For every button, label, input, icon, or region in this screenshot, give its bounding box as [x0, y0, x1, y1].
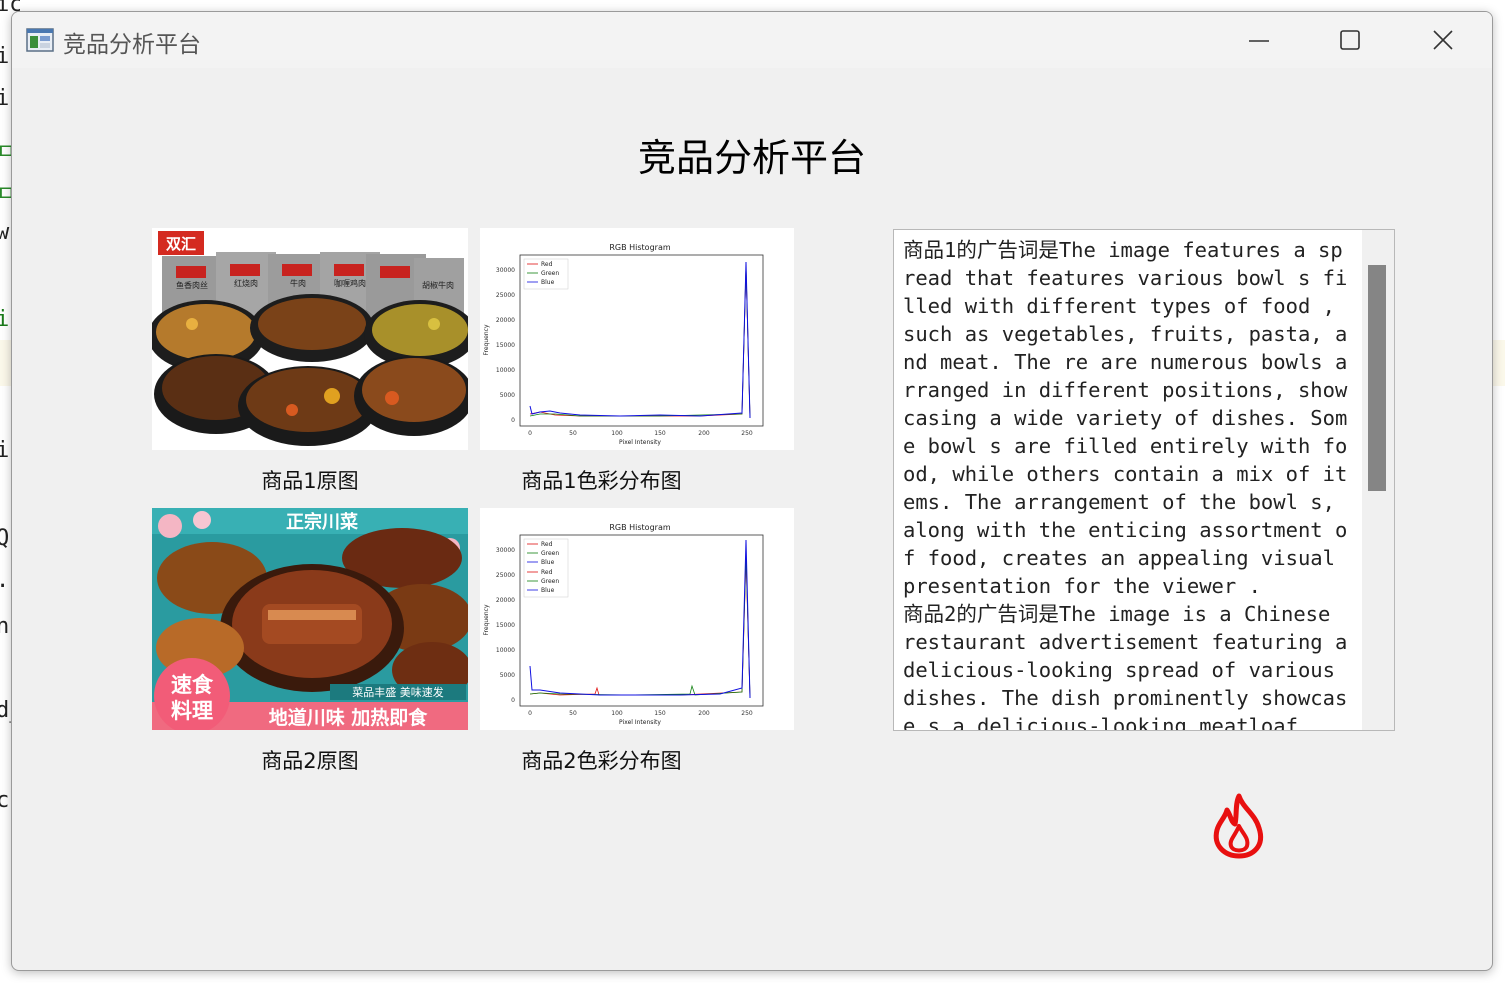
product2-banner-top: 正宗川菜 [286, 511, 358, 533]
x-tick: 150 [654, 710, 666, 717]
y-tick: 5000 [500, 672, 515, 679]
legend-item: Blue [541, 559, 555, 566]
y-tick: 25000 [496, 572, 515, 579]
product2-histogram-caption: 商品2色彩分布图 [521, 749, 682, 773]
close-icon [1433, 30, 1453, 50]
legend-item: Green [541, 550, 559, 557]
legend-item: Blue [541, 587, 555, 594]
y-tick: 20000 [496, 317, 515, 324]
x-tick: 0 [528, 710, 532, 717]
y-axis-label: Frequency [483, 324, 490, 355]
bg-code-line: n [0, 614, 10, 639]
ad-text-content[interactable]: 商品1的广告词是The image features a spread that… [903, 236, 1353, 730]
ad-text-box[interactable]: 商品1的广告词是The image features a spread that… [893, 229, 1395, 731]
y-tick: 0 [511, 697, 515, 704]
product2-photo: 正宗川菜 地道川味 加热即食 菜品丰盛 美味速发 速食 料理 [152, 508, 468, 730]
product2-banner-bottom: 地道川味 加热即食 [269, 706, 429, 729]
pack-label: 胡椒牛肉 [422, 280, 454, 290]
legend-item: Green [541, 270, 559, 277]
product2-badge-line1: 速食 [171, 673, 214, 697]
bg-code-line: i [0, 438, 10, 463]
product2-tagline: 菜品丰盛 美味速发 [352, 685, 444, 699]
bg-code-line: i [0, 44, 10, 69]
legend-item: Red [541, 569, 553, 576]
legend-item: Green [541, 578, 559, 585]
x-tick: 250 [741, 710, 753, 717]
maximize-button[interactable] [1327, 22, 1373, 58]
y-tick: 30000 [496, 547, 515, 554]
product1-image: 双汇 鱼香肉丝 红烧肉 牛肉 咖喱鸡肉 胡椒牛肉 [152, 228, 468, 450]
product2-badge-line2: 料理 [171, 699, 213, 723]
product2-image: 正宗川菜 地道川味 加热即食 菜品丰盛 美味速发 速食 料理 [152, 508, 468, 730]
x-tick: 200 [698, 430, 710, 437]
minimize-icon [1249, 40, 1269, 42]
pack-label: 红烧肉 [234, 278, 258, 288]
x-tick: 50 [569, 430, 577, 437]
y-tick: 10000 [496, 647, 515, 654]
x-tick: 0 [528, 430, 532, 437]
page-title: 竞品分析平台 [637, 136, 866, 180]
histogram-title: RGB Histogram [609, 243, 670, 252]
product2-histogram: RGB Histogram 0 5000 10000 15000 20000 2… [480, 508, 794, 730]
bg-code-line: Q [0, 526, 10, 551]
product2-histogram-chart: RGB Histogram 0 5000 10000 15000 20000 2… [480, 508, 794, 730]
y-tick: 15000 [496, 622, 515, 629]
x-tick: 150 [654, 430, 666, 437]
x-tick: 50 [569, 710, 577, 717]
y-tick: 20000 [496, 597, 515, 604]
maximize-icon [1340, 30, 1360, 50]
bg-code-line: i [0, 307, 10, 332]
fire-icon[interactable] [1209, 792, 1269, 860]
title-bar[interactable]: 竞品分析平台 [12, 12, 1492, 68]
product2-image-caption: 商品2原图 [261, 749, 359, 773]
y-tick: 0 [511, 417, 515, 424]
product1-brand-badge: 双汇 [166, 235, 196, 253]
x-tick: 200 [698, 710, 710, 717]
close-button[interactable] [1420, 22, 1466, 58]
pack-label: 咖喱鸡肉 [334, 278, 366, 288]
legend-item: Red [541, 261, 553, 268]
product1-histogram: RGB Histogram 0 5000 10000 15000 20000 2… [480, 228, 794, 450]
y-axis-label: Frequency [483, 604, 490, 635]
x-tick: 250 [741, 430, 753, 437]
app-window: 竞品分析平台 竞品分析平台 双汇 鱼香肉丝 红烧肉 牛肉 咖喱鸡肉 胡椒牛肉 R… [11, 11, 1493, 971]
pack-label: 鱼香肉丝 [176, 280, 208, 290]
y-tick: 5000 [500, 392, 515, 399]
app-window-icon [26, 28, 54, 52]
minimize-button[interactable] [1236, 22, 1282, 58]
bg-code-line: i [0, 86, 10, 111]
bg-code-line: w [0, 220, 10, 245]
y-tick: 25000 [496, 292, 515, 299]
legend-item: Red [541, 541, 553, 548]
product1-histogram-chart: RGB Histogram 0 5000 10000 15000 20000 2… [480, 228, 794, 450]
legend-item: Blue [541, 279, 555, 286]
scrollbar-thumb[interactable] [1368, 265, 1386, 491]
x-axis-label: Pixel Intensity [619, 719, 661, 726]
product1-image-caption: 商品1原图 [261, 469, 359, 493]
product1-histogram-caption: 商品1色彩分布图 [521, 469, 682, 493]
y-tick: 10000 [496, 367, 515, 374]
x-tick: 100 [611, 710, 623, 717]
product1-photo: 双汇 鱼香肉丝 红烧肉 牛肉 咖喱鸡肉 胡椒牛肉 [152, 228, 468, 450]
pack-label: 牛肉 [290, 278, 306, 288]
y-tick: 15000 [496, 342, 515, 349]
x-tick: 100 [611, 430, 623, 437]
y-tick: 30000 [496, 267, 515, 274]
histogram-title: RGB Histogram [609, 523, 670, 532]
vertical-scrollbar[interactable] [1362, 230, 1394, 730]
window-title: 竞品分析平台 [63, 32, 201, 58]
x-axis-label: Pixel Intensity [619, 439, 661, 446]
